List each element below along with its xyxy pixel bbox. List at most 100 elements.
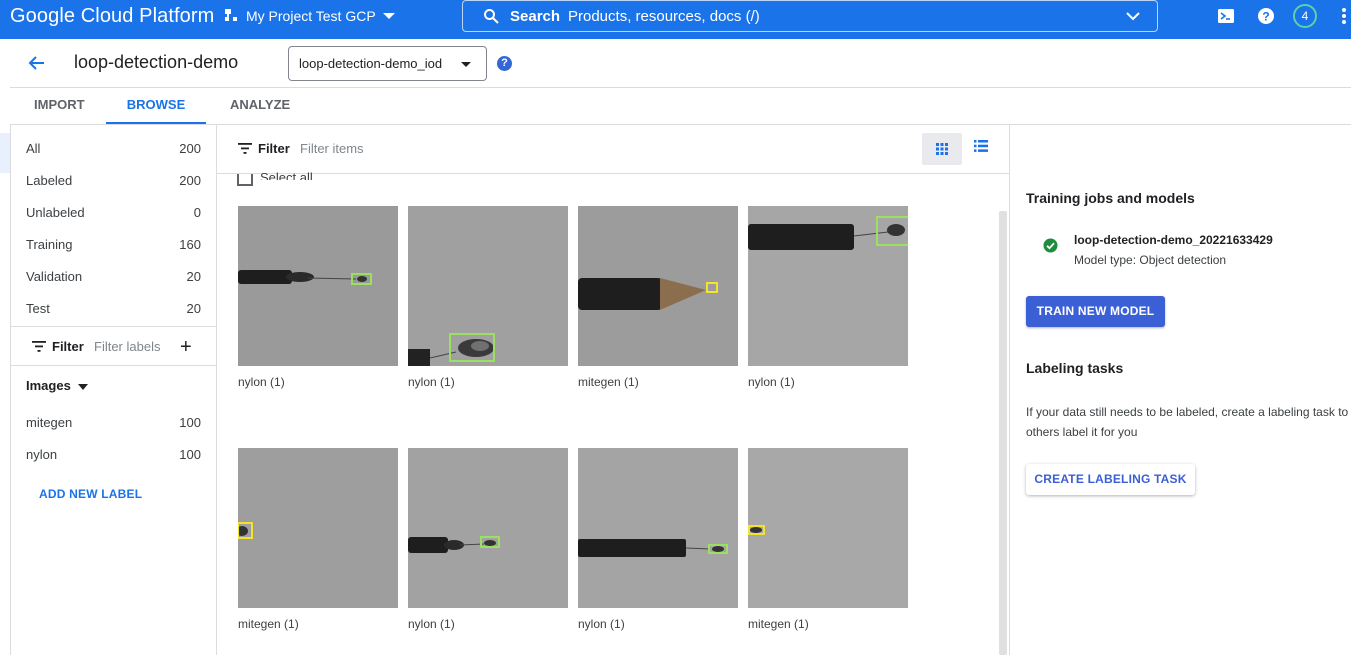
more-vert-icon[interactable] — [1339, 7, 1349, 25]
description-line: others label it for you — [1026, 425, 1138, 439]
label-count: 100 — [179, 447, 201, 462]
project-name: My Project Test GCP — [246, 8, 376, 24]
dataset-select[interactable]: loop-detection-demo_iod — [288, 46, 487, 81]
filter-label: Filter — [52, 339, 84, 354]
image-caption: mitegen (1) — [748, 617, 809, 631]
image-thumbnail[interactable] — [238, 206, 398, 366]
image-thumbnail[interactable] — [578, 206, 738, 366]
grid-view-button[interactable] — [922, 133, 962, 165]
category-test[interactable]: Test 20 — [26, 301, 201, 316]
search-label: Search — [510, 8, 561, 25]
image-thumbnail[interactable] — [408, 206, 568, 366]
model-type: Model type: Object detection — [1074, 253, 1227, 267]
cloud-shell-icon[interactable] — [1217, 7, 1235, 25]
tab-bar: IMPORT BROWSE ANALYZE — [10, 88, 1351, 125]
training-jobs-heading: Training jobs and models — [1026, 190, 1195, 206]
image-preview — [408, 448, 568, 608]
item-filter-input[interactable]: Filter items — [300, 141, 364, 156]
labeling-tasks-description: If your data still needs to be labeled, … — [1026, 402, 1351, 442]
project-hierarchy-icon — [225, 9, 237, 21]
model-name-link[interactable]: loop-detection-demo_20221633429 — [1074, 233, 1273, 247]
category-count: 20 — [186, 301, 201, 316]
help-icon[interactable]: ? — [1257, 7, 1275, 25]
labeling-tasks-heading: Labeling tasks — [1026, 360, 1124, 376]
image-preview — [238, 206, 398, 366]
image-caption: nylon (1) — [238, 375, 285, 389]
tab-import[interactable]: IMPORT — [34, 88, 85, 124]
scrollbar[interactable] — [999, 211, 1007, 655]
category-all[interactable]: All 200 — [26, 141, 201, 156]
help-icon[interactable]: ? — [497, 56, 512, 71]
divider — [1009, 125, 1010, 655]
tab-analyze[interactable]: ANALYZE — [230, 88, 290, 124]
images-heading: Images — [26, 378, 71, 393]
selection-indicator — [0, 133, 10, 173]
image-preview — [408, 206, 568, 366]
search-placeholder: Products, resources, docs (/) — [568, 8, 760, 25]
image-thumbnail[interactable] — [408, 448, 568, 608]
filter-label: Filter — [258, 141, 290, 156]
image-thumbnail[interactable] — [578, 448, 738, 608]
category-label: Unlabeled — [26, 205, 85, 220]
svg-text:?: ? — [1262, 10, 1269, 24]
category-label: Training — [26, 237, 73, 252]
chevron-down-icon — [382, 13, 395, 19]
avatar[interactable]: 4 — [1293, 4, 1317, 28]
select-all-label: Select all — [260, 170, 313, 180]
images-section-header[interactable]: Images — [26, 378, 89, 393]
image-preview — [578, 448, 738, 608]
page-title: loop-detection-demo — [74, 52, 239, 72]
filter-icon — [32, 341, 46, 352]
image-caption: nylon (1) — [578, 617, 625, 631]
category-labeled[interactable]: Labeled 200 — [26, 173, 201, 188]
search-icon — [484, 9, 499, 24]
image-preview — [748, 206, 908, 366]
filter-icon — [238, 143, 252, 154]
add-icon[interactable]: + — [180, 336, 192, 359]
category-validation[interactable]: Validation 20 — [26, 269, 201, 284]
image-preview — [238, 448, 398, 608]
dataset-select-value: loop-detection-demo_iod — [299, 56, 443, 71]
label-sidebar: All 200 Labeled 200 Unlabeled 0 Training… — [10, 125, 217, 655]
image-caption: mitegen (1) — [238, 617, 299, 631]
grid-view-icon — [936, 143, 948, 155]
category-training[interactable]: Training 160 — [26, 237, 201, 252]
list-view-icon[interactable] — [974, 140, 988, 152]
create-labeling-task-button[interactable]: CREATE LABELING TASK — [1026, 464, 1195, 495]
add-new-label-button[interactable]: ADD NEW LABEL — [39, 487, 142, 501]
label-filter-input[interactable]: Filter labels — [94, 339, 160, 354]
image-preview — [748, 448, 908, 608]
category-count: 200 — [179, 173, 201, 188]
chevron-down-icon — [461, 62, 471, 67]
page-header: loop-detection-demo loop-detection-demo_… — [10, 39, 1351, 88]
check-circle-icon — [1043, 238, 1058, 253]
train-new-model-button[interactable]: TRAIN NEW MODEL — [1026, 296, 1165, 327]
label-name: mitegen — [26, 415, 73, 430]
image-thumbnail[interactable] — [748, 206, 908, 366]
tab-browse[interactable]: BROWSE — [106, 88, 206, 124]
image-preview — [578, 206, 738, 366]
category-count: 200 — [179, 141, 201, 156]
back-arrow-icon[interactable] — [27, 53, 47, 73]
label-mitegen[interactable]: mitegen 100 — [26, 415, 201, 430]
search-bar[interactable]: Search Products, resources, docs (/) — [462, 0, 1158, 32]
image-thumbnail[interactable] — [748, 448, 908, 608]
category-count: 160 — [179, 237, 201, 252]
label-nylon[interactable]: nylon 100 — [26, 447, 201, 462]
chevron-down-icon[interactable] — [1125, 9, 1141, 23]
category-label: All — [26, 141, 41, 156]
category-label: Labeled — [26, 173, 73, 188]
description-line: If your data still needs to be labeled, … — [1026, 405, 1351, 419]
image-thumbnail[interactable] — [238, 448, 398, 608]
items-toolbar: Filter Filter items — [217, 125, 1010, 174]
label-count: 100 — [179, 415, 201, 430]
category-count: 0 — [193, 205, 201, 220]
select-all-checkbox[interactable] — [237, 174, 253, 186]
label-name: nylon — [26, 447, 58, 462]
product-logo[interactable]: Google Cloud Platform — [10, 5, 214, 28]
image-caption: mitegen (1) — [578, 375, 639, 389]
category-label: Validation — [26, 269, 83, 284]
project-picker[interactable]: My Project Test GCP — [224, 8, 396, 24]
category-unlabeled[interactable]: Unlabeled 0 — [26, 205, 201, 220]
image-caption: nylon (1) — [408, 375, 455, 389]
